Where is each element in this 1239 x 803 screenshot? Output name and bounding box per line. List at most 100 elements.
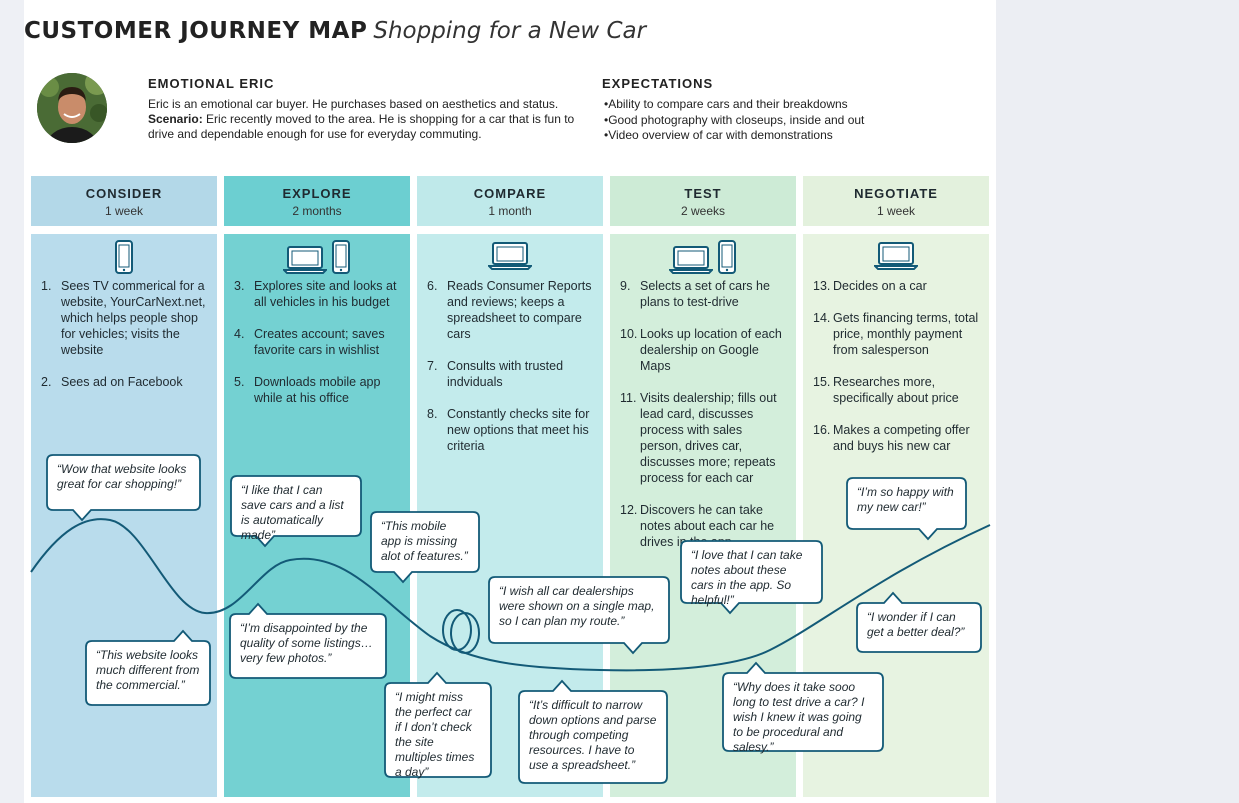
quote-text: “I might miss the perfect car if I don’t… <box>395 690 475 779</box>
persona-description: Eric is an emotional car buyer. He purch… <box>148 97 588 142</box>
device-icons <box>31 240 217 276</box>
step-item: 2. Sees ad on Facebook <box>41 374 207 390</box>
step-number: 4. <box>234 327 245 341</box>
stage-steps: 13. Decides on a car 14. Gets financing ter… <box>813 278 979 470</box>
expectations-title: EXPECTATIONS <box>602 76 714 91</box>
step-number: 13. <box>813 279 831 293</box>
quote-text: “This mobile app is missing alot of feat… <box>381 519 468 563</box>
phone-icon <box>718 240 736 274</box>
laptop-icon <box>283 246 327 274</box>
step-number: 1. <box>41 279 52 293</box>
quote-text: “This website looks much different from … <box>96 648 200 692</box>
step-text: Creates account; saves favorite cars in … <box>254 327 385 357</box>
expectations-list: Ability to compare cars and their breakd… <box>604 97 864 144</box>
phone-icon <box>332 240 350 274</box>
step-number: 12. <box>620 503 638 517</box>
step-text: Decides on a car <box>833 279 927 293</box>
phone-icon <box>115 240 133 274</box>
step-item: 3. Explores site and looks at all vehicle… <box>234 278 400 310</box>
stage-duration: 2 months <box>292 204 342 218</box>
step-item: 14. Gets financing terms, total price, mo… <box>813 310 979 358</box>
quote-text: “Why does it take sooo long to test driv… <box>733 680 865 754</box>
step-item: 1. Sees TV commerical for a website, Your… <box>41 278 207 358</box>
stage-name: TEST <box>684 186 722 201</box>
expectation-item: Ability to compare cars and their breakd… <box>604 97 864 113</box>
step-item: 16. Makes a competing offer and buys his … <box>813 422 979 454</box>
scenario-label: Scenario: <box>148 112 203 126</box>
step-item: 13. Decides on a car <box>813 278 979 294</box>
step-text: Looks up location of each dealership on … <box>640 327 782 373</box>
step-text: Downloads mobile app while at his office <box>254 375 381 405</box>
device-icons <box>417 240 603 276</box>
step-text: Consults with trusted indviduals <box>447 359 564 389</box>
stage-header-compare: COMPARE 1 month <box>417 176 603 226</box>
step-number: 11. <box>620 391 637 405</box>
step-text: Visits dealership; fills out lead card, … <box>640 391 777 485</box>
step-number: 5. <box>234 375 245 389</box>
stage-header-consider: CONSIDER 1 week <box>31 176 217 226</box>
quote-text: “I’m disappointed by the quality of some… <box>240 621 373 665</box>
step-text: Researches more, specifically about pric… <box>833 375 959 405</box>
step-text: Gets financing terms, total price, month… <box>833 311 979 357</box>
quote-text: “I wish all car dealerships were shown o… <box>499 584 655 628</box>
step-item: 15. Researches more, specifically about p… <box>813 374 979 406</box>
persona-summary: Eric is an emotional car buyer. He purch… <box>148 97 559 111</box>
step-number: 15. <box>813 375 831 389</box>
step-number: 7. <box>427 359 438 373</box>
quote-text: “It’s difficult to narrow down options a… <box>529 698 657 772</box>
stage-header-test: TEST 2 weeks <box>610 176 796 226</box>
persona-name: EMOTIONAL ERIC <box>148 76 275 91</box>
stage-header-explore: EXPLORE 2 months <box>224 176 410 226</box>
stage-steps: 9. Selects a set of cars he plans to test… <box>620 278 786 566</box>
stage-name: COMPARE <box>473 186 547 201</box>
background-panel <box>996 0 1239 803</box>
step-text: Reads Consumer Reports and reviews; keep… <box>447 279 592 341</box>
device-icons <box>610 240 796 276</box>
stage-name: NEGOTIATE <box>854 186 938 201</box>
laptop-icon <box>669 246 713 274</box>
device-icons <box>803 240 989 276</box>
stage-name: EXPLORE <box>282 186 352 201</box>
step-item: 4. Creates account; saves favorite cars i… <box>234 326 400 358</box>
stage-duration: 1 week <box>876 204 916 218</box>
quote-text: “I wonder if I can get a better deal?” <box>867 610 965 639</box>
stage-name: CONSIDER <box>85 186 163 201</box>
stage-duration: 1 week <box>104 204 144 218</box>
step-item: 11. Visits dealership; fills out lead car… <box>620 390 786 486</box>
step-text: Makes a competing offer and buys his new… <box>833 423 970 453</box>
title-subtitle: Shopping for a New Car <box>373 18 647 44</box>
step-number: 8. <box>427 407 438 421</box>
stage-steps: 1. Sees TV commerical for a website, Your… <box>41 278 207 406</box>
step-item: 5. Downloads mobile app while at his offi… <box>234 374 400 406</box>
step-number: 10. <box>620 327 638 341</box>
quote-text: “Wow that website looks great for car sh… <box>57 462 187 491</box>
quote-text: “I love that I can take notes about thes… <box>691 548 803 607</box>
stage-duration: 1 month <box>488 204 532 218</box>
step-text: Explores site and looks at all vehicles … <box>254 279 397 309</box>
step-item: 7. Consults with trusted indviduals <box>427 358 593 390</box>
step-item: 9. Selects a set of cars he plans to test… <box>620 278 786 310</box>
stage-header-negotiate: NEGOTIATE 1 week <box>803 176 989 226</box>
step-number: 2. <box>41 375 52 389</box>
step-number: 9. <box>620 279 631 293</box>
step-text: Sees ad on Facebook <box>61 375 183 389</box>
step-item: 6. Reads Consumer Reports and reviews; ke… <box>427 278 593 342</box>
stage-steps: 6. Reads Consumer Reports and reviews; ke… <box>427 278 593 470</box>
quote-text: “I’m so happy with my new car!” <box>857 485 954 514</box>
step-text: Constantly checks site for new options t… <box>447 407 590 453</box>
persona-avatar <box>37 73 107 143</box>
step-number: 14. <box>813 311 831 325</box>
title-main: CUSTOMER JOURNEY MAP <box>24 18 368 44</box>
expectation-item: Good photography with closeups, inside a… <box>604 113 864 129</box>
step-number: 6. <box>427 279 438 293</box>
stage-steps: 3. Explores site and looks at all vehicle… <box>234 278 400 422</box>
step-text: Selects a set of cars he plans to test-d… <box>640 279 770 309</box>
stage-duration: 2 weeks <box>680 204 726 218</box>
step-number: 16. <box>813 423 831 437</box>
laptop-icon <box>488 242 532 270</box>
step-item: 10. Looks up location of each dealership … <box>620 326 786 374</box>
quote-text: “I like that I can save cars and a list … <box>241 483 344 542</box>
step-item: 8. Constantly checks site for new options… <box>427 406 593 454</box>
step-number: 3. <box>234 279 245 293</box>
expectation-item: Video overview of car with demonstration… <box>604 128 864 144</box>
